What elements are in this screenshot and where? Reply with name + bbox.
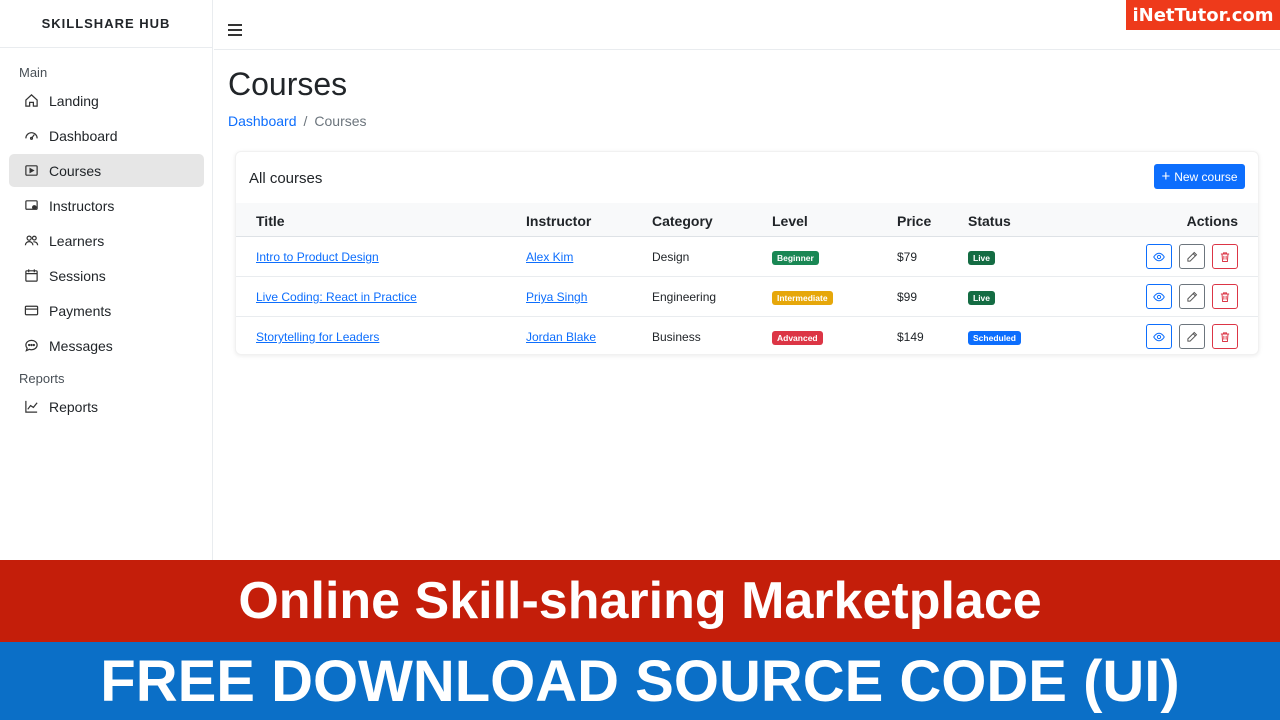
- sidebar-item-label: Landing: [49, 92, 99, 109]
- pencil-icon: [1187, 251, 1198, 262]
- column-header-level[interactable]: Level: [772, 213, 808, 229]
- new-course-label: New course: [1174, 169, 1238, 184]
- instructor-link[interactable]: Priya Singh: [526, 290, 587, 304]
- breadcrumb-separator: /: [303, 113, 308, 129]
- price-cell: $99: [897, 290, 918, 304]
- people-icon: [24, 235, 39, 246]
- page-title: Courses: [228, 66, 348, 102]
- sidebar-item-courses[interactable]: Courses: [9, 154, 204, 187]
- edit-button[interactable]: [1179, 324, 1205, 349]
- sidebar-heading-main: Main: [19, 64, 48, 80]
- breadcrumb-current: Courses: [314, 113, 367, 129]
- column-header-category[interactable]: Category: [652, 213, 713, 229]
- home-icon: [25, 94, 38, 107]
- table-header: Title Instructor Category Level Price St…: [236, 203, 1258, 237]
- trash-icon: [1220, 251, 1230, 262]
- sidebar-item-learners[interactable]: Learners: [9, 224, 204, 257]
- trash-icon: [1220, 331, 1230, 342]
- status-badge: Scheduled: [968, 331, 1021, 345]
- sidebar-item-label: Sessions: [49, 267, 106, 284]
- instructor-link[interactable]: Alex Kim: [526, 250, 573, 264]
- instructor-icon: [25, 200, 38, 210]
- level-badge: Intermediate: [772, 291, 833, 305]
- row-actions: [1146, 244, 1238, 269]
- column-header-instructor[interactable]: Instructor: [526, 213, 591, 229]
- sidebar-item-label: Learners: [49, 232, 105, 249]
- table-row: Live Coding: React in Practice Priya Sin…: [236, 277, 1258, 317]
- watermark-logo: iNetTutor.com: [1126, 0, 1280, 30]
- card-icon: [24, 305, 39, 316]
- sidebar-item-label: Reports: [49, 398, 99, 415]
- sidebar-item-sessions[interactable]: Sessions: [9, 259, 204, 292]
- trash-icon: [1220, 291, 1230, 302]
- menu-toggle-icon[interactable]: [228, 24, 242, 36]
- edit-button[interactable]: [1179, 244, 1205, 269]
- column-header-actions: Actions: [1186, 213, 1238, 229]
- view-button[interactable]: [1146, 324, 1172, 349]
- card-title: All courses: [249, 170, 323, 187]
- promo-banner-title: Online Skill-sharing Marketplace: [0, 560, 1280, 642]
- plus-icon: +: [1161, 168, 1171, 185]
- sidebar-item-label: Dashboard: [49, 127, 118, 144]
- topbar: [214, 0, 1280, 50]
- sidebar-item-label: Courses: [49, 162, 102, 179]
- row-actions: [1146, 284, 1238, 309]
- column-header-status[interactable]: Status: [968, 213, 1011, 229]
- pencil-icon: [1187, 291, 1198, 302]
- status-badge: Live: [968, 251, 996, 265]
- sidebar-item-messages[interactable]: Messages: [9, 329, 204, 362]
- price-cell: $79: [897, 250, 918, 264]
- edit-button[interactable]: [1179, 284, 1205, 309]
- sidebar-item-dashboard[interactable]: Dashboard: [9, 119, 204, 152]
- brand-logo[interactable]: SKILLSHARE HUB: [0, 0, 212, 48]
- play-icon: [25, 165, 38, 176]
- graph-icon: [25, 400, 38, 413]
- sidebar: SKILLSHARE HUB Main Landing Dashboard Co…: [0, 0, 213, 560]
- column-header-title[interactable]: Title: [256, 213, 285, 229]
- eye-icon: [1153, 332, 1165, 341]
- calendar-icon: [25, 269, 38, 282]
- table-row: Intro to Product Design Alex Kim Design …: [236, 237, 1258, 277]
- course-title-link[interactable]: Live Coding: React in Practice: [256, 290, 417, 304]
- sidebar-item-instructors[interactable]: Instructors: [9, 189, 204, 222]
- courses-card: All courses + New course Title Instructo…: [235, 151, 1259, 355]
- course-title-link[interactable]: Intro to Product Design: [256, 250, 379, 264]
- category-cell: Engineering: [652, 290, 717, 304]
- instructor-link[interactable]: Jordan Blake: [526, 330, 596, 344]
- delete-button[interactable]: [1212, 244, 1238, 269]
- new-course-button[interactable]: + New course: [1154, 164, 1245, 189]
- category-cell: Business: [652, 330, 701, 344]
- delete-button[interactable]: [1212, 284, 1238, 309]
- pencil-icon: [1187, 331, 1198, 342]
- eye-icon: [1153, 252, 1165, 261]
- sidebar-item-label: Instructors: [49, 197, 115, 214]
- breadcrumb: Dashboard / Courses: [228, 113, 367, 129]
- course-title-link[interactable]: Storytelling for Leaders: [256, 330, 379, 344]
- sidebar-heading-reports: Reports: [19, 370, 65, 386]
- delete-button[interactable]: [1212, 324, 1238, 349]
- sidebar-item-reports[interactable]: Reports: [9, 390, 204, 423]
- chat-icon: [25, 339, 38, 352]
- sidebar-item-landing[interactable]: Landing: [9, 84, 204, 117]
- level-badge: Advanced: [772, 331, 823, 345]
- view-button[interactable]: [1146, 244, 1172, 269]
- column-header-price[interactable]: Price: [897, 213, 931, 229]
- status-badge: Live: [968, 291, 996, 305]
- sidebar-item-label: Messages: [49, 337, 113, 354]
- row-actions: [1146, 324, 1238, 349]
- view-button[interactable]: [1146, 284, 1172, 309]
- category-cell: Design: [652, 250, 690, 264]
- speedometer-icon: [25, 132, 38, 140]
- sidebar-item-payments[interactable]: Payments: [9, 294, 204, 327]
- price-cell: $149: [897, 330, 924, 344]
- promo-banner-subtitle: FREE DOWNLOAD SOURCE CODE (UI): [0, 642, 1280, 720]
- level-badge: Beginner: [772, 251, 819, 265]
- breadcrumb-dashboard-link[interactable]: Dashboard: [228, 113, 297, 129]
- sidebar-item-label: Payments: [49, 302, 112, 319]
- table-row: Storytelling for Leaders Jordan Blake Bu…: [236, 317, 1258, 357]
- eye-icon: [1153, 292, 1165, 301]
